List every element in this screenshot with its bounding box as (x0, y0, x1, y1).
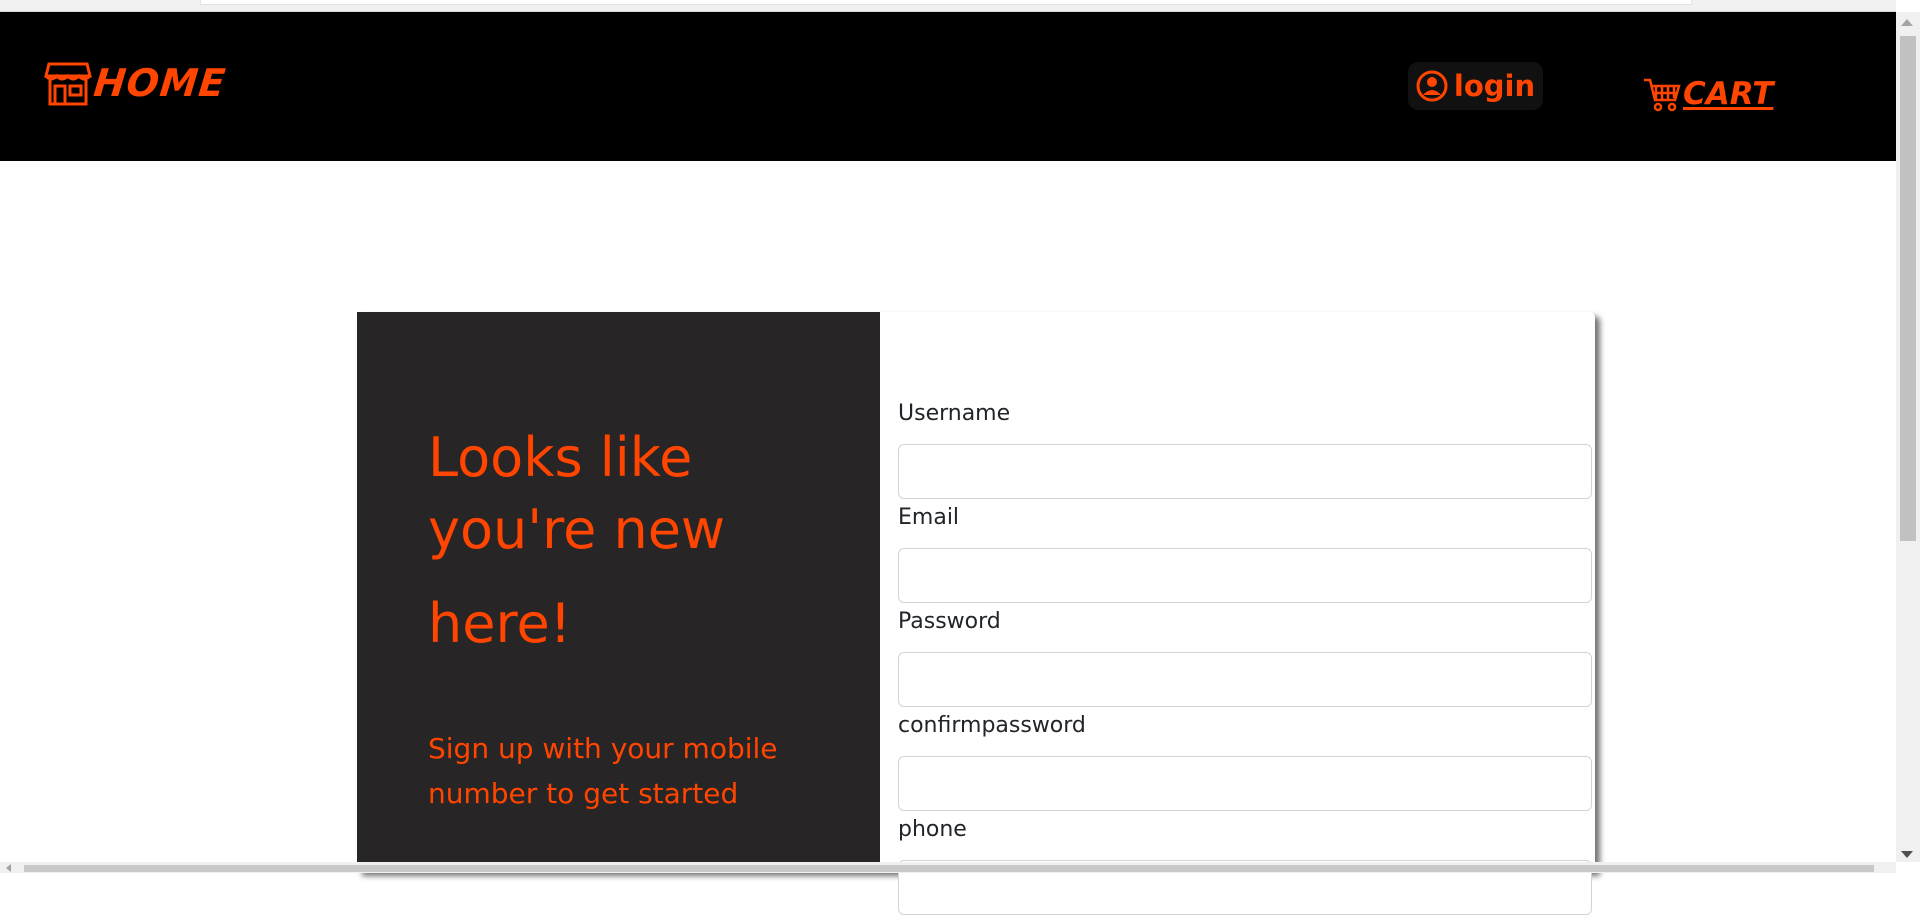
confirm-password-label: confirmpassword (898, 713, 1086, 738)
home-link[interactable]: HOME (44, 60, 229, 106)
cart-label: CART (1683, 76, 1774, 112)
browser-top-strip (0, 0, 1896, 12)
confirm-password-field[interactable] (898, 756, 1592, 811)
email-field[interactable] (898, 548, 1592, 603)
login-button[interactable]: login (1408, 62, 1543, 110)
scroll-left-icon[interactable] (6, 864, 11, 872)
navbar: HOME login CART (0, 12, 1896, 161)
login-label: login (1453, 69, 1536, 103)
promo-subtext: Sign up with your mobile number to get s… (428, 732, 778, 810)
signup-card: Looks like you're new here! Sign up with… (357, 312, 1595, 915)
scroll-down-icon[interactable] (1901, 851, 1913, 858)
password-label: Password (898, 609, 1001, 634)
headline-line-3: here! (428, 592, 572, 655)
signup-form: Username Email Password confirmpassword … (880, 312, 1595, 915)
store-icon (44, 62, 92, 106)
phone-label: phone (898, 817, 967, 842)
email-label: Email (898, 505, 960, 530)
scroll-up-icon[interactable] (1901, 19, 1913, 26)
promo-headline: Looks like you're new here! (428, 422, 788, 660)
promo-panel: Looks like you're new here! Sign up with… (357, 312, 880, 872)
home-label: HOME (91, 61, 229, 105)
vertical-scrollbar[interactable] (1896, 12, 1920, 862)
password-field[interactable] (898, 652, 1592, 707)
user-circle-icon (1416, 70, 1448, 102)
cart-link[interactable]: CART (1643, 76, 1773, 112)
headline-line-2: you're new (428, 498, 726, 561)
browser-top-strip-inner (200, 0, 1692, 5)
username-field[interactable] (898, 444, 1592, 499)
vertical-scroll-thumb[interactable] (1900, 36, 1916, 541)
headline-line-1: Looks like (428, 426, 693, 489)
horizontal-scrollbar[interactable] (0, 862, 1896, 873)
cart-icon (1644, 78, 1681, 112)
horizontal-scroll-thumb[interactable] (24, 865, 1874, 872)
username-label: Username (898, 401, 1011, 426)
